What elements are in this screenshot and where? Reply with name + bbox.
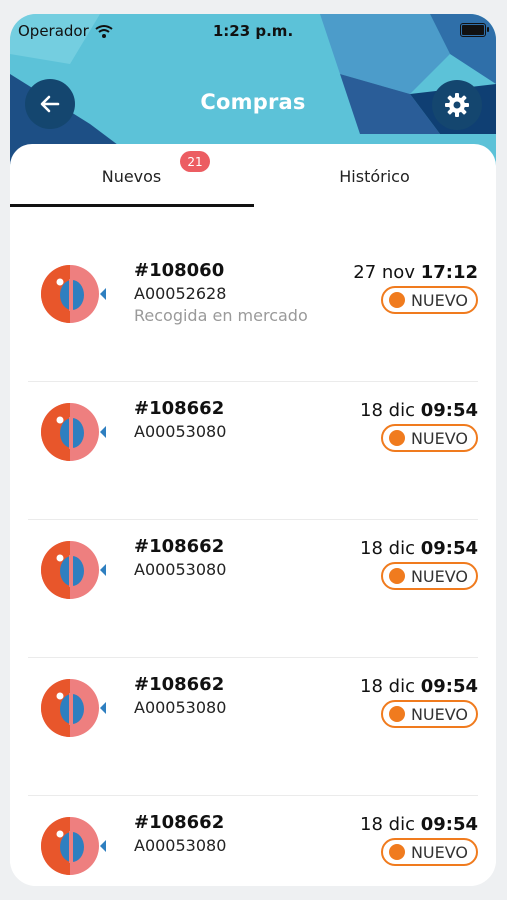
order-row[interactable]: #108662 A00053080 18 dic 09:54 NUEVO [10,382,496,520]
orders-list: #108060 A00052628 Recogida en mercado 27… [10,244,496,886]
order-code: A00053080 [134,560,227,579]
order-datetime: 18 dic 09:54 [360,814,478,835]
fish-logo-icon [41,265,106,323]
status-time: 1:23 p.m. [212,22,294,40]
battery-icon [460,23,489,37]
order-number: #108060 [134,260,225,281]
tab-nuevos[interactable]: Nuevos [10,144,253,208]
order-time: 09:54 [420,538,478,559]
page-title: Compras [200,90,306,114]
status-dot [388,292,405,308]
order-date: 18 dic [360,538,415,559]
fish-logo-icon [41,541,106,599]
fish-logo-icon [41,679,106,737]
active-tab-indicator [10,204,254,207]
order-datetime: 18 dic 09:54 [360,538,478,559]
order-number: #108662 [134,536,225,557]
status-badge: NUEVO [380,286,478,314]
order-row[interactable]: #108662 A00053080 18 dic 09:54 NUEVO [10,658,496,796]
phone-screen: Operador 1:23 p.m. Compras Nuevos 21 His… [10,14,496,886]
status-label: NUEVO [410,842,468,862]
order-time: 17:12 [420,262,478,283]
status-dot [388,844,405,860]
gear-icon [445,93,469,117]
fish-logo-icon [41,403,106,461]
fish-logo-icon [41,817,106,875]
order-datetime: 18 dic 09:54 [360,400,478,421]
order-time: 09:54 [420,400,478,421]
order-code: A00053080 [134,836,227,855]
order-date: 27 nov [353,262,415,283]
status-label: NUEVO [410,704,468,724]
order-code: A00052628 [134,284,227,303]
order-time: 09:54 [420,676,478,697]
tab-bar: Nuevos 21 Histórico [10,144,496,208]
new-count-badge: 21 [180,151,210,172]
status-badge: NUEVO [380,562,478,590]
status-label: NUEVO [410,428,468,448]
order-code: A00053080 [134,698,227,717]
settings-button[interactable] [432,80,482,130]
content-card: Nuevos 21 Histórico #108060 A00052628 Re… [10,144,496,886]
order-row[interactable]: #108060 A00052628 Recogida en mercado 27… [10,244,496,382]
order-date: 18 dic [360,676,415,697]
order-number: #108662 [134,398,225,419]
order-number: #108662 [134,812,225,833]
status-dot [388,706,405,722]
order-datetime: 27 nov 17:12 [353,262,478,283]
status-label: NUEVO [410,290,468,310]
tab-historico-label: Histórico [339,166,410,186]
status-dot [388,430,405,446]
order-time: 09:54 [420,814,478,835]
order-date: 18 dic [360,400,415,421]
order-number: #108662 [134,674,225,695]
status-dot [388,568,405,584]
status-label: NUEVO [410,566,468,586]
order-datetime: 18 dic 09:54 [360,676,478,697]
tab-historico[interactable]: Histórico [253,144,496,208]
status-bar: Operador 1:23 p.m. [10,14,496,48]
order-note: Recogida en mercado [134,306,308,325]
status-badge: NUEVO [380,700,478,728]
tab-nuevos-label: Nuevos [101,166,162,186]
order-code: A00053080 [134,422,227,441]
order-row[interactable]: #108662 A00053080 18 dic 09:54 NUEVO [10,796,496,886]
status-badge: NUEVO [380,838,478,866]
order-row[interactable]: #108662 A00053080 18 dic 09:54 NUEVO [10,520,496,658]
order-date: 18 dic [360,814,415,835]
status-badge: NUEVO [380,424,478,452]
